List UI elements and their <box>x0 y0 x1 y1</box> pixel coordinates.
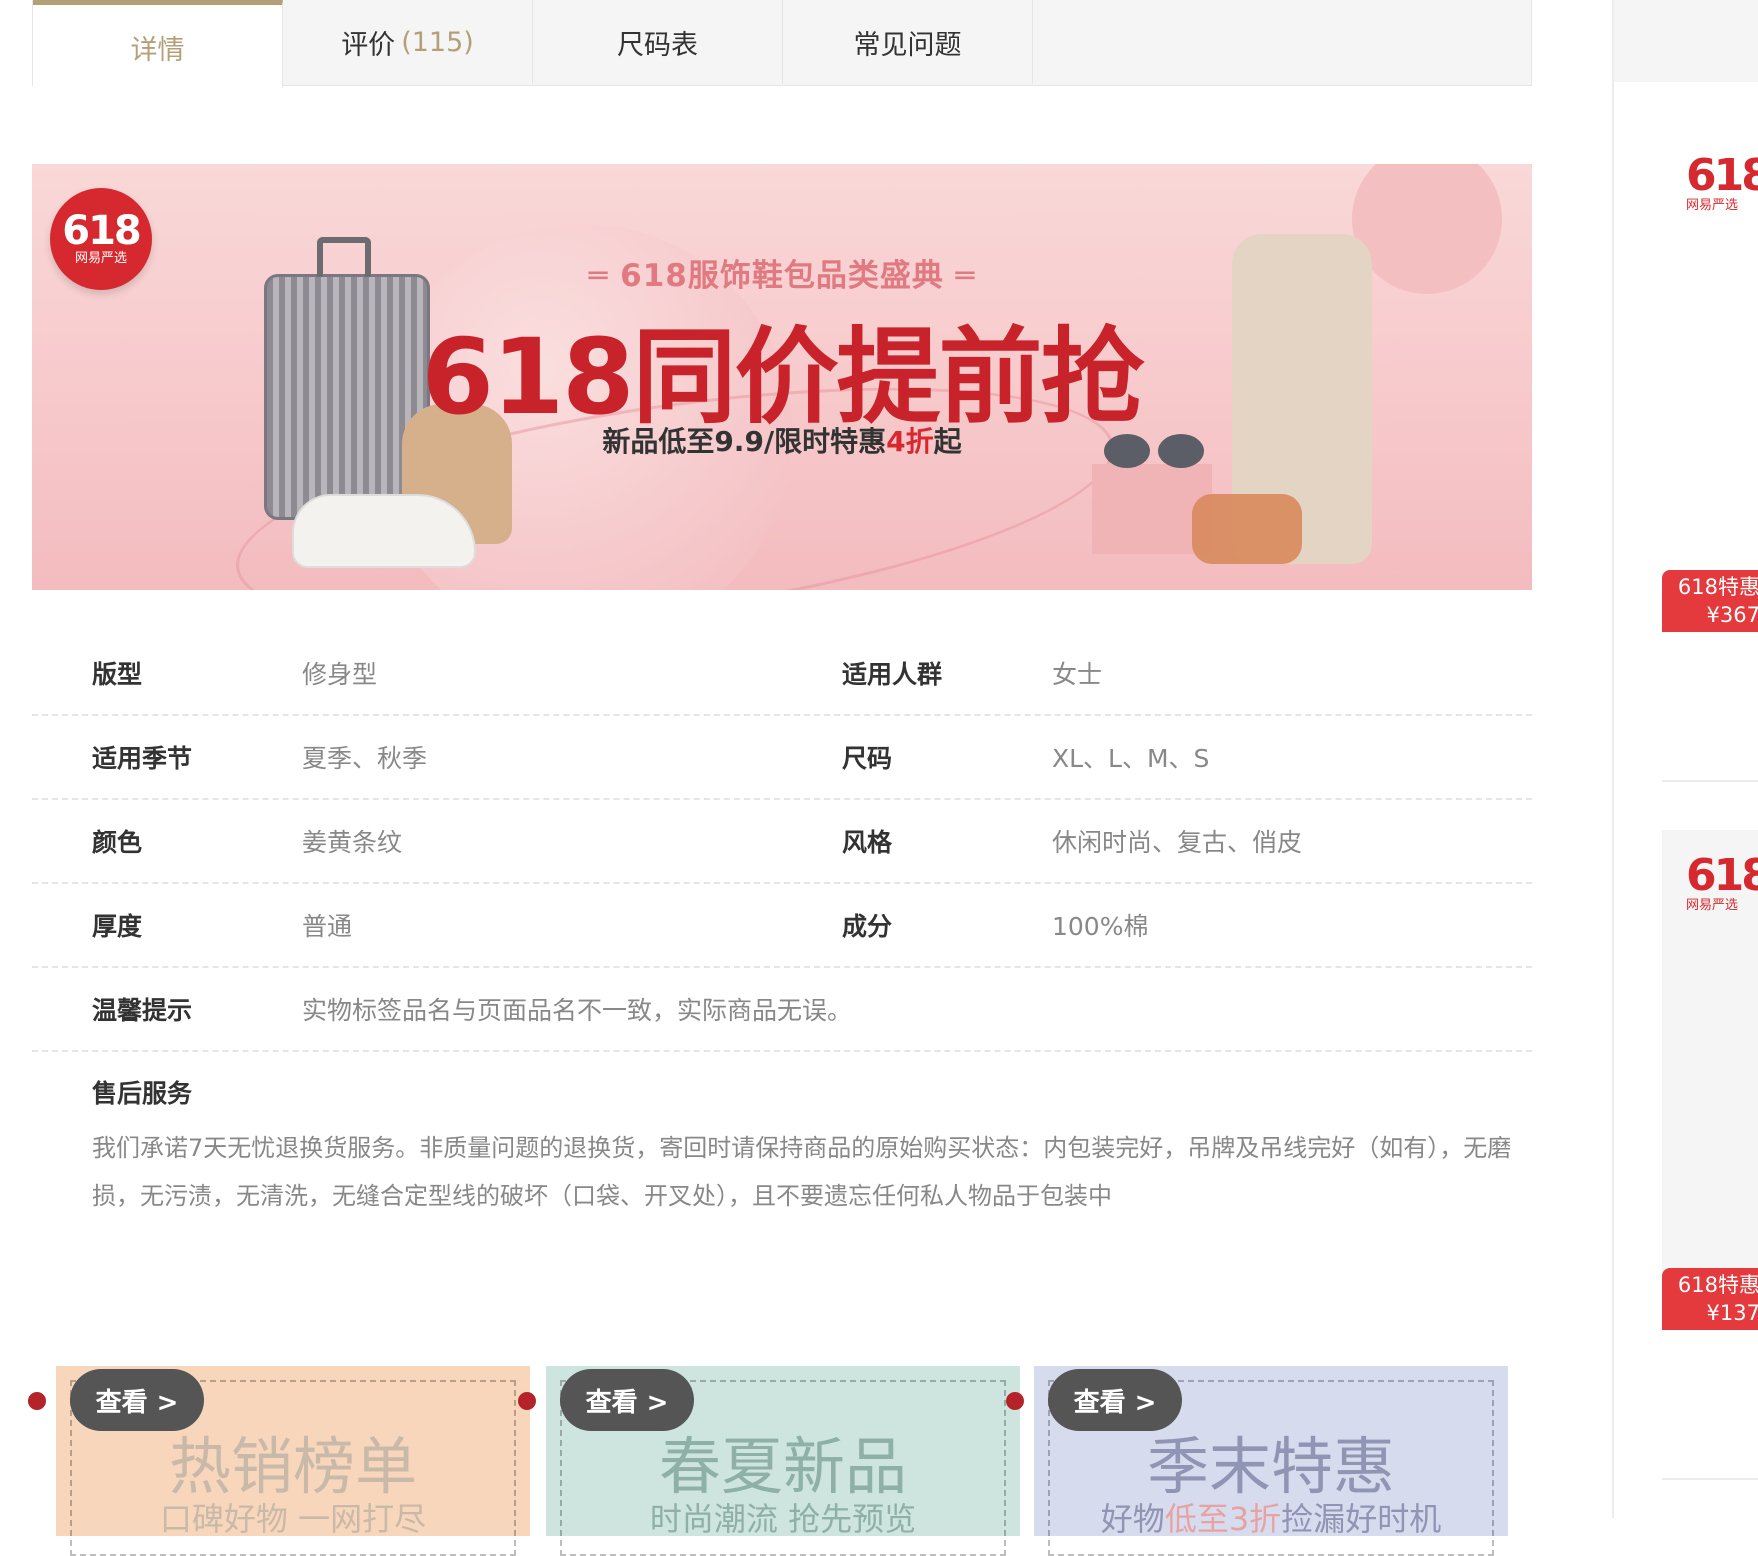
promo-subtitle: 好物低至3折捡漏好时机 <box>1100 1500 1442 1538</box>
618-logo: 618 网易严选 <box>1686 150 1758 214</box>
price-tag: 618特惠 ¥367 <box>1662 570 1758 632</box>
attribute-label: 厚度 <box>92 912 143 941</box>
review-count: (115) <box>401 26 474 58</box>
sidebar-header <box>1614 0 1758 82</box>
attribute-row: 颜色 姜黄条纹 风格 休闲时尚、复古、俏皮 <box>32 800 1532 884</box>
promo-card-new-arrivals[interactable]: 春夏新品 时尚潮流 抢先预览 查看 > <box>518 1366 1020 1556</box>
tab-details[interactable]: 详情 <box>33 0 283 88</box>
attribute-label: 风格 <box>842 828 893 857</box>
attribute-row: 厚度 普通 成分 100%棉 <box>32 884 1532 968</box>
banner-subtitle: ═ 618服饰鞋包品类盛典 ═ <box>588 258 976 294</box>
618-logo: 618 网易严选 <box>1686 850 1758 914</box>
attribute-value: 休闲时尚、复古、俏皮 <box>1052 828 1303 857</box>
attribute-row: 适用季节 夏季、秋季 尺码 XL、L、M、S <box>32 716 1532 800</box>
service-text: 我们承诺7天无忧退换货服务。非质量问题的退换货，寄回时请保持商品的原始购买状态：… <box>92 1134 1512 1210</box>
attribute-value: 普通 <box>302 912 353 941</box>
after-sales-service: 售后服务 我们承诺7天无忧退换货服务。非质量问题的退换货，寄回时请保持商品的原始… <box>32 1052 1512 1220</box>
tip-label: 温馨提示 <box>92 996 193 1025</box>
view-button[interactable]: 查看 > <box>1048 1369 1182 1431</box>
promo-card-season-sale[interactable]: 季末特惠 好物低至3折捡漏好时机 查看 > <box>1006 1366 1508 1556</box>
detail-tabs: 详情 评价 (115) 尺码表 常见问题 <box>32 0 1532 88</box>
attribute-value: 100%棉 <box>1052 912 1149 941</box>
attribute-value: 修身型 <box>302 660 378 689</box>
price-tag: 618特惠 ¥137 <box>1662 1268 1758 1330</box>
sneaker-illustration <box>292 494 476 568</box>
recommendation-sidebar: 618 网易严选 618特惠 ¥367 618 网易严选 618特惠 ¥137 <box>1612 0 1758 1518</box>
tab-faq[interactable]: 常见问题 <box>783 0 1033 84</box>
attribute-value: 姜黄条纹 <box>302 828 403 857</box>
tip-row: 温馨提示 实物标签品名与页面品名不一致，实际商品无误。 <box>32 968 1532 1052</box>
view-button[interactable]: 查看 > <box>70 1369 204 1431</box>
sandal-illustration <box>1192 494 1302 564</box>
bullet-dot-icon <box>28 1392 46 1410</box>
divider <box>1662 780 1758 782</box>
tab-size-chart[interactable]: 尺码表 <box>533 0 783 84</box>
tip-value: 实物标签品名与页面品名不一致，实际商品无误。 <box>302 996 853 1025</box>
promo-subtitle: 时尚潮流 抢先预览 <box>649 1500 917 1538</box>
promo-card-bestsellers[interactable]: 热销榜单 口碑好物 一网打尽 查看 > <box>28 1366 530 1556</box>
banner-tagline: 新品低至9.9/限时特惠4折起 <box>602 425 962 458</box>
view-button[interactable]: 查看 > <box>560 1369 694 1431</box>
attribute-row: 版型 修身型 适用人群 女士 <box>32 632 1532 716</box>
sidebar-product-card[interactable]: 618 网易严选 618特惠 ¥137 <box>1662 830 1758 1330</box>
attribute-value: 夏季、秋季 <box>302 744 428 773</box>
tab-label: 评价 <box>341 29 396 61</box>
divider <box>1662 1478 1758 1480</box>
attribute-label: 尺码 <box>842 744 893 773</box>
attribute-label: 适用季节 <box>92 744 193 773</box>
attribute-value: XL、L、M、S <box>1052 744 1210 773</box>
bullet-dot-icon <box>1006 1392 1024 1410</box>
promo-subtitle: 口碑好物 一网打尽 <box>159 1500 427 1538</box>
tab-label: 常见问题 <box>853 29 962 61</box>
tab-label: 详情 <box>130 35 185 66</box>
attribute-label: 颜色 <box>92 828 143 857</box>
tab-reviews[interactable]: 评价 (115) <box>283 0 533 84</box>
attribute-label: 成分 <box>842 912 893 941</box>
attribute-label: 版型 <box>92 660 143 689</box>
promo-banner[interactable]: 618 网易严选 ═ 618服饰鞋包品类盛典 ═ 618同价提前抢 新品低至9.… <box>32 164 1532 590</box>
attribute-label: 适用人群 <box>842 660 943 689</box>
service-title: 售后服务 <box>92 1079 193 1108</box>
product-attributes: 版型 修身型 适用人群 女士 适用季节 夏季、秋季 尺码 XL、L、M、S 颜色 姜黄条纹… <box>32 632 1532 1220</box>
tab-label: 尺码表 <box>617 29 698 61</box>
sidebar-product-card[interactable]: 618 网易严选 618特惠 ¥367 <box>1662 140 1758 632</box>
bullet-dot-icon <box>518 1392 536 1410</box>
attribute-value: 女士 <box>1052 660 1103 689</box>
logo-number: 618 <box>62 208 141 254</box>
